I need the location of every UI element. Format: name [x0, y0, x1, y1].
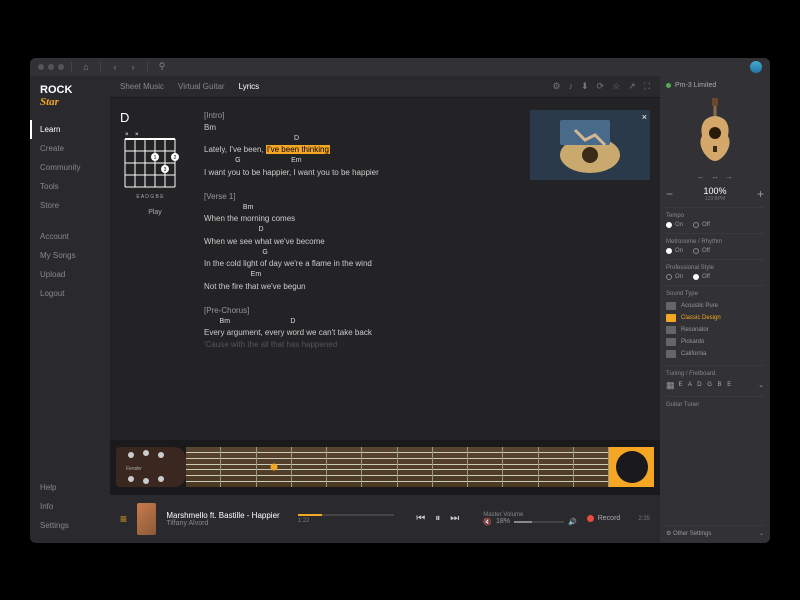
tabs: Sheet Music Virtual Guitar Lyrics ⚙ ♪ ⬇ … — [110, 76, 660, 98]
mute-icon[interactable]: 🔇 — [483, 518, 492, 526]
home-icon[interactable]: ⌂ — [79, 60, 93, 74]
record-button[interactable]: Record — [587, 515, 621, 522]
nav-upload[interactable]: Upload — [30, 265, 110, 284]
headstock: Fender — [116, 447, 186, 487]
svg-text:2: 2 — [174, 155, 177, 161]
prev-button[interactable]: ⏮ — [416, 513, 425, 524]
nav-logout[interactable]: Logout — [30, 284, 110, 303]
arrow-right-icon[interactable]: → — [725, 172, 733, 181]
plan-badge[interactable]: Pm-3 Limited — [666, 82, 764, 89]
svg-text:×: × — [135, 132, 139, 138]
nav-account[interactable]: Account — [30, 227, 110, 246]
chord-display: D ×× 1 2 3 E — [120, 110, 190, 440]
zoom-in-button[interactable]: + — [757, 187, 764, 201]
tab-virtualguitar[interactable]: Virtual Guitar — [178, 82, 225, 91]
track-artist: Tiffany Alvord — [166, 520, 279, 527]
track-title: Marshmello ft. Bastille - Happier — [166, 511, 279, 520]
collapse-icon[interactable]: ↔ — [711, 172, 719, 181]
other-settings-button[interactable]: ⚙ Other Settings — [666, 530, 711, 537]
nav-info[interactable]: Info — [30, 497, 110, 516]
progress-bar[interactable]: 1:22 — [298, 514, 395, 524]
video-overlay[interactable]: × — [530, 110, 650, 180]
fretboard[interactable]: Fender — [110, 440, 660, 495]
sound-pickardo[interactable]: Pickardo — [666, 336, 764, 348]
lyrics-highlight: I've been thinking — [266, 145, 330, 154]
arrow-left-icon[interactable]: ← — [697, 172, 705, 181]
sound-resonator[interactable]: Resonator — [666, 324, 764, 336]
total-time: 2:35 — [638, 516, 650, 522]
album-art[interactable] — [137, 503, 156, 535]
svg-text:×: × — [125, 132, 129, 138]
soundhole — [609, 447, 654, 487]
sidebar: ROCKStar Learn Create Community Tools St… — [30, 76, 110, 543]
style-toggle[interactable]: On Off — [666, 274, 764, 280]
chord-play-button[interactable]: Play — [120, 209, 190, 216]
forward-icon[interactable]: › — [126, 60, 140, 74]
nav-tools[interactable]: Tools — [30, 177, 110, 196]
tempo-toggle[interactable]: On Off — [666, 222, 764, 228]
tuning-select[interactable]: ▦E A D G B E⌄ — [666, 380, 764, 391]
playlist-icon[interactable]: ≡ — [120, 512, 127, 526]
video-close-icon[interactable]: × — [642, 112, 647, 122]
player-bar: ≡ Marshmello ft. Bastille - Happier Tiff… — [110, 495, 660, 543]
pause-button[interactable]: ⏸ — [435, 513, 440, 524]
next-button[interactable]: ⏭ — [450, 513, 459, 524]
tab-sheetmusic[interactable]: Sheet Music — [120, 82, 164, 91]
star-icon[interactable]: ☆ — [612, 81, 620, 92]
svg-text:3: 3 — [164, 167, 167, 173]
fret-neck[interactable] — [186, 447, 609, 487]
svg-text:Fender: Fender — [126, 466, 142, 472]
share-icon[interactable]: ↗ — [628, 81, 636, 92]
tool-icon[interactable]: ⚙ — [552, 81, 560, 92]
volume-icon[interactable]: 🔊 — [568, 518, 577, 526]
right-panel: Pm-3 Limited ← ↔ → − 100%123 BPM + Tempo — [660, 76, 770, 543]
nav-help[interactable]: Help — [30, 478, 110, 497]
titlebar: ⌂ ‹ › ⚲ — [30, 58, 770, 76]
chevron-down-icon[interactable]: ⌄ — [759, 530, 764, 537]
svg-text:E A D G B E: E A D G B E — [136, 194, 164, 200]
chord-name: D — [120, 110, 190, 125]
chord-diagram: × × 1 2 3 E A D G B E — [120, 131, 180, 201]
logo: ROCKStar — [30, 84, 110, 120]
avatar[interactable] — [750, 61, 762, 73]
tab-lyrics[interactable]: Lyrics — [239, 82, 260, 91]
guitar-image — [690, 98, 740, 163]
nav-mysongs[interactable]: My Songs — [30, 246, 110, 265]
note-icon[interactable]: ♪ — [568, 81, 573, 92]
sound-california[interactable]: California — [666, 348, 764, 360]
zoom-out-button[interactable]: − — [666, 187, 673, 201]
nav-learn[interactable]: Learn — [30, 120, 110, 139]
back-icon[interactable]: ‹ — [108, 60, 122, 74]
download-icon[interactable]: ⬇ — [581, 81, 589, 92]
volume-slider[interactable] — [514, 521, 564, 523]
sound-classic[interactable]: Classic Design — [666, 312, 764, 324]
nav-settings[interactable]: Settings — [30, 516, 110, 535]
nav-store[interactable]: Store — [30, 196, 110, 215]
nav-create[interactable]: Create — [30, 139, 110, 158]
svg-text:1: 1 — [154, 155, 157, 161]
window-controls[interactable] — [38, 64, 64, 70]
nav-community[interactable]: Community — [30, 158, 110, 177]
expand-icon[interactable]: ⛶ — [644, 81, 650, 92]
search-icon[interactable]: ⚲ — [155, 60, 169, 74]
metronome-toggle[interactable]: On Off — [666, 248, 764, 254]
refresh-icon[interactable]: ⟳ — [597, 81, 605, 92]
sound-acoustic[interactable]: Acoustic Pure — [666, 300, 764, 312]
